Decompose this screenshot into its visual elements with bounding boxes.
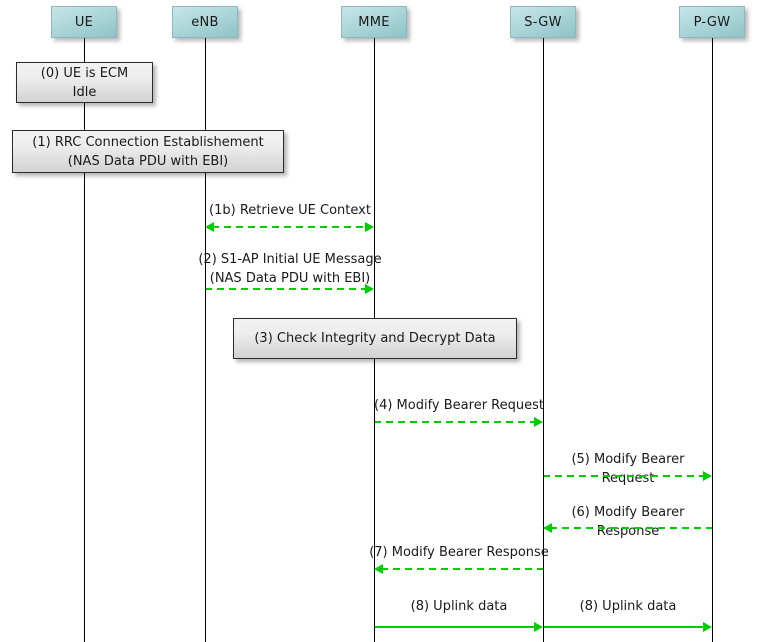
msg-2-arrow[interactable]	[199, 282, 380, 296]
participant-sgw[interactable]: S-GW	[510, 6, 576, 38]
msg-5-arrow[interactable]	[537, 469, 718, 483]
msg-7-tick	[543, 563, 544, 575]
msg-8b-label: (8) Uplink data	[579, 599, 677, 614]
participant-label: MME	[358, 14, 390, 30]
msg-5-tick	[543, 470, 544, 482]
participant-enb[interactable]: eNB	[172, 6, 238, 38]
msg-7-arrow[interactable]	[368, 562, 549, 576]
msg-6-arrow[interactable]	[537, 521, 718, 535]
msg-8b-tick	[543, 621, 544, 633]
note-0[interactable]: (0) UE is ECM Idle	[16, 62, 153, 103]
note-1[interactable]: (1) RRC Connection Establishement (NAS D…	[12, 130, 284, 173]
msg-6-tick	[712, 522, 713, 534]
msg-8a-label: (8) Uplink data	[410, 599, 508, 614]
msg-1b-arrow[interactable]	[199, 220, 380, 234]
msg-4-tick	[374, 416, 375, 428]
note-3[interactable]: (3) Check Integrity and Decrypt Data	[233, 318, 517, 359]
participant-label: eNB	[191, 14, 219, 30]
msg-4-label: (4) Modify Bearer Request	[374, 398, 544, 413]
lifeline-ue	[84, 38, 85, 642]
sequence-diagram: (1b) Retrieve UE Context (2) S1-AP Initia…	[0, 0, 770, 642]
lifeline-pgw	[712, 38, 713, 642]
participant-mme[interactable]: MME	[341, 6, 407, 38]
participant-ue[interactable]: UE	[51, 6, 117, 38]
participant-pgw[interactable]: P-GW	[679, 6, 745, 38]
participant-label: P-GW	[693, 14, 731, 30]
msg-8b-arrow[interactable]	[537, 620, 718, 634]
msg-1b-label: (1b) Retrieve UE Context	[209, 203, 371, 218]
participant-label: UE	[74, 14, 94, 30]
participant-label: S-GW	[524, 14, 562, 30]
msg-8a-tick	[374, 621, 375, 633]
lifeline-enb	[205, 38, 206, 642]
msg-8a-arrow[interactable]	[368, 620, 549, 634]
msg-7-label: (7) Modify Bearer Response	[369, 545, 549, 560]
msg-4-arrow[interactable]	[368, 415, 549, 429]
msg-2-tick	[205, 283, 206, 295]
